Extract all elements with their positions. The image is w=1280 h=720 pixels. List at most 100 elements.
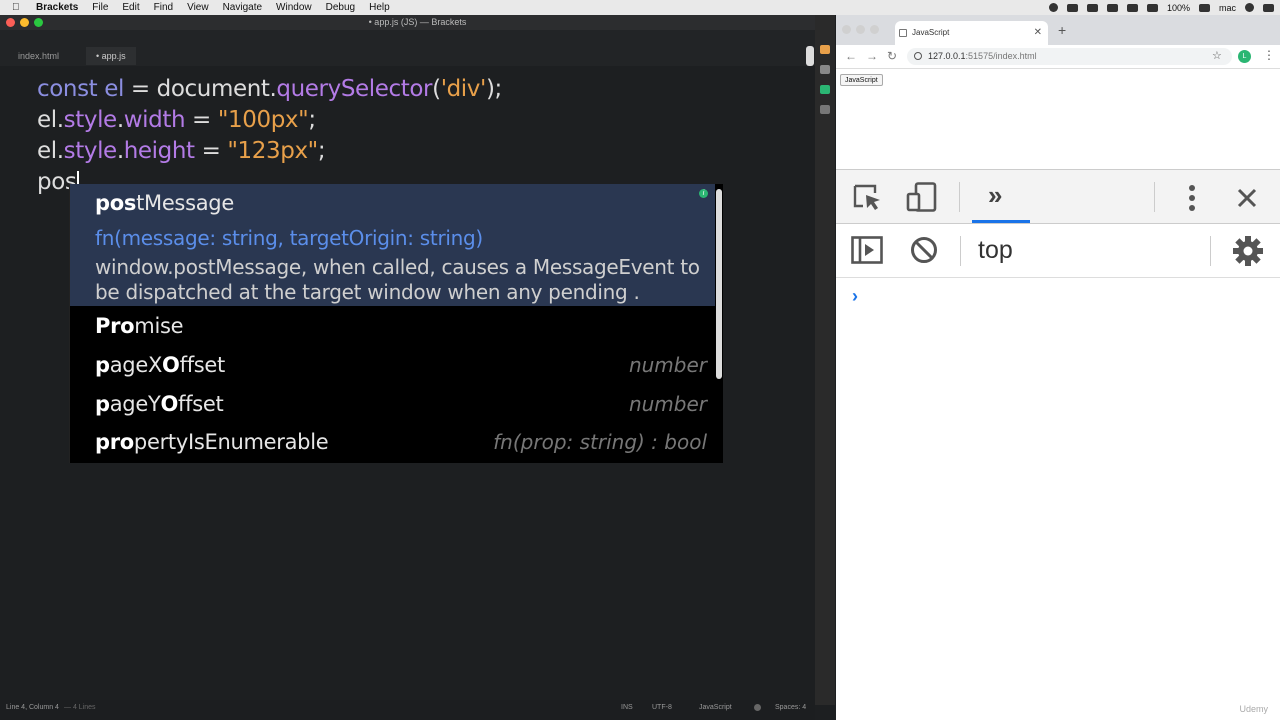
wifi-icon[interactable]	[1126, 3, 1138, 12]
zoom-window-button[interactable]	[34, 18, 43, 27]
hint-documentation: window.postMessage, when called, causes …	[95, 255, 700, 304]
tab-index-html[interactable]: index.html	[8, 47, 69, 65]
show-sidebar-icon[interactable]	[851, 236, 883, 264]
page-icon	[899, 29, 907, 37]
bookmark-star-icon[interactable]: ☆	[1212, 49, 1222, 62]
hint-scrollbar[interactable]	[716, 189, 722, 379]
code-line-3[interactable]: el.style.height = "123px";	[37, 138, 326, 164]
toolbar-separator	[1210, 236, 1211, 266]
hint-rest: ffset	[179, 353, 226, 377]
browser-window: JavaScript ✕ + ← → ↻ 127.0.0.1:51575/ind…	[836, 15, 1280, 720]
screen-record-icon[interactable]	[1066, 3, 1078, 12]
minimize-window-button[interactable]	[856, 25, 865, 34]
address-bar[interactable]: 127.0.0.1:51575/index.html	[907, 48, 1232, 65]
code-token: =	[185, 107, 218, 133]
toolbar-separator	[960, 236, 961, 266]
menu-file[interactable]: File	[92, 0, 108, 15]
info-icon[interactable]: i	[699, 189, 708, 198]
code-line-2[interactable]: el.style.width = "100px";	[37, 107, 316, 133]
browser-tab-strip: JavaScript ✕ +	[836, 15, 1280, 45]
menu-app-name[interactable]: Brackets	[36, 0, 78, 15]
new-tab-icon[interactable]: +	[1058, 22, 1066, 38]
menu-debug[interactable]: Debug	[326, 0, 355, 15]
code-line-1[interactable]: const el = document.querySelector('div')…	[37, 76, 502, 102]
hint-rest: ageY	[109, 392, 161, 416]
browser-tab-title: JavaScript	[912, 28, 950, 37]
battery-icon[interactable]	[1198, 3, 1210, 12]
console-prompt-chevron-icon[interactable]: ›	[852, 286, 858, 307]
page-button[interactable]: JavaScript	[840, 74, 883, 86]
inspect-element-icon[interactable]	[853, 184, 883, 212]
code-token: ;	[308, 107, 316, 133]
hint-name: pageYOffset	[95, 392, 224, 416]
code-token: 'div'	[440, 76, 487, 102]
menu-find[interactable]: Find	[154, 0, 173, 15]
hint-rest: pertyIsEnumerable	[133, 430, 329, 454]
zoom-window-button[interactable]	[870, 25, 879, 34]
hint-rest: ffset	[178, 392, 224, 416]
code-token: .	[116, 107, 124, 133]
search-icon[interactable]	[1245, 3, 1254, 12]
language-select[interactable]: JavaScript	[699, 700, 732, 716]
udemy-watermark: Udemy	[1239, 704, 1268, 714]
toolbar-separator	[959, 182, 960, 212]
close-devtools-icon[interactable]	[1236, 187, 1258, 209]
hint-item-selected[interactable]: postMessage fn(message: string, targetOr…	[70, 184, 715, 306]
menu-window[interactable]: Window	[276, 0, 312, 15]
creative-cloud-icon[interactable]	[1048, 3, 1058, 12]
apple-icon[interactable]: 	[12, 2, 26, 13]
live-preview-icon[interactable]	[820, 45, 830, 54]
file-tabs: index.html • app.js	[0, 30, 835, 66]
code-token: "100px"	[217, 107, 309, 133]
device-toolbar-icon[interactable]	[906, 182, 938, 212]
battery-percent: 100%	[1166, 2, 1190, 13]
site-info-icon[interactable]	[914, 52, 922, 60]
editor-scrollbar[interactable]	[806, 46, 814, 66]
linter-status-icon[interactable]	[754, 704, 761, 711]
tab-app-js[interactable]: • app.js	[86, 47, 136, 65]
menu-edit[interactable]: Edit	[122, 0, 139, 15]
console-settings-gear-icon[interactable]	[1232, 235, 1264, 267]
control-center-icon[interactable]	[1263, 3, 1274, 12]
more-tabs-icon[interactable]: »	[988, 180, 1002, 211]
profile-avatar[interactable]: L	[1238, 50, 1251, 63]
close-window-button[interactable]	[6, 18, 15, 27]
encoding-select[interactable]: UTF-8	[652, 700, 672, 716]
code-token: (	[432, 76, 441, 102]
reload-icon[interactable]: ↻	[887, 49, 897, 63]
extension-icon[interactable]	[820, 105, 830, 114]
line-count: — 4 Lines	[64, 704, 96, 711]
forward-icon[interactable]: →	[866, 49, 878, 63]
insert-mode[interactable]: INS	[621, 700, 633, 716]
minimize-window-button[interactable]	[20, 18, 29, 27]
display-icon[interactable]	[1106, 3, 1118, 12]
menu-view[interactable]: View	[187, 0, 209, 15]
hint-match: O	[162, 353, 180, 377]
code-token: width	[123, 107, 186, 133]
menu-navigate[interactable]: Navigate	[223, 0, 262, 15]
hint-signature: fn(message: string, targetOrigin: string…	[95, 226, 483, 250]
hint-match: O	[160, 392, 179, 416]
active-tab-indicator	[972, 220, 1030, 223]
close-window-button[interactable]	[842, 25, 851, 34]
linter-icon[interactable]	[820, 85, 830, 94]
context-selector[interactable]: top	[978, 236, 1013, 265]
back-icon[interactable]: ←	[845, 49, 857, 63]
code-token: = document.	[123, 76, 277, 102]
code-token: querySelector	[276, 76, 433, 102]
indent-setting[interactable]: Spaces: 4	[775, 700, 806, 716]
menu-kebab-icon[interactable]: ⋮	[1263, 48, 1275, 62]
flag-icon[interactable]	[1086, 3, 1098, 12]
hint-name: propertyIsEnumerable	[95, 430, 329, 454]
cursor-position[interactable]: Line 4, Column 4	[6, 700, 59, 716]
close-tab-icon[interactable]: ✕	[1034, 21, 1042, 45]
menu-help[interactable]: Help	[369, 0, 390, 15]
console-toolbar: top	[836, 224, 1280, 278]
user-name[interactable]: mac	[1219, 3, 1236, 13]
volume-icon[interactable]	[1146, 3, 1158, 12]
extension-manager-icon[interactable]	[820, 65, 830, 74]
browser-tab[interactable]: JavaScript ✕	[895, 21, 1048, 45]
clear-console-icon[interactable]	[910, 236, 938, 264]
status-icons: 100% mac	[1048, 0, 1274, 15]
customize-kebab-icon[interactable]	[1188, 184, 1196, 212]
